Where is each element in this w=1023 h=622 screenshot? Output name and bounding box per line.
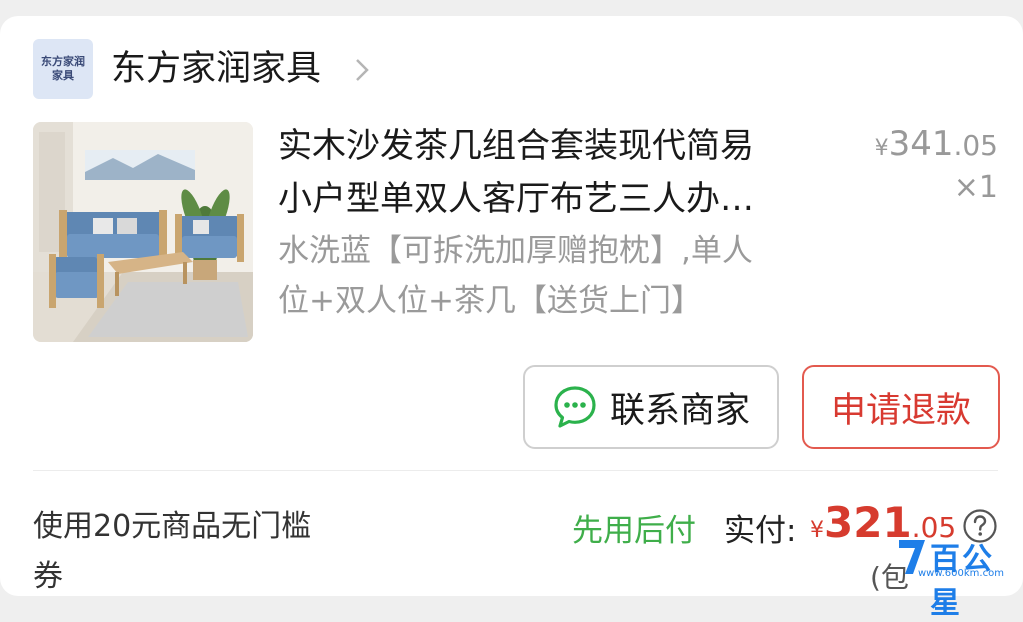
quantity: ×1 (953, 170, 998, 205)
shop-name[interactable]: 东方家润家具 (111, 44, 321, 94)
shop-logo[interactable]: 东方家润 家具 (33, 39, 93, 99)
watermark-url: www.600km.com (918, 568, 1004, 579)
coupon-info[interactable]: 使用20元商品无门槛 券 (33, 502, 393, 602)
coupon-line2: 券 (33, 559, 63, 594)
unit-price: ¥341.05 (875, 124, 998, 164)
apply-refund-button[interactable]: 申请退款 (802, 365, 1000, 449)
contact-seller-label: 联系商家 (609, 390, 750, 431)
apply-refund-label: 申请退款 (830, 390, 971, 431)
price-currency: ¥ (874, 136, 889, 161)
chevron-right-icon[interactable] (352, 56, 372, 84)
product-variant: 水洗蓝【可拆洗加厚赠抱枕】,单人 位+双人位+茶几【送货上门】 (278, 226, 838, 326)
shop-logo-line2: 家具 (52, 69, 74, 82)
product-variant-line1: 水洗蓝【可拆洗加厚赠抱枕】,单人 (278, 233, 753, 269)
coupon-line1: 使用20元商品无门槛 (33, 509, 312, 544)
actual-currency: ¥ (810, 518, 824, 543)
actual-paid-label: 实付: (724, 513, 797, 549)
product-title[interactable]: 实木沙发茶几组合套装现代简易 小户型单双人客厅布艺三人办… (278, 120, 838, 226)
product-title-line2: 小户型单双人客厅布艺三人办… (278, 179, 754, 219)
shop-logo-line1: 东方家润 (41, 55, 85, 68)
divider (33, 470, 998, 471)
pay-later-label: 先用后付 (572, 513, 696, 549)
sofa-set-photo (33, 122, 253, 342)
product-title-line1: 实木沙发茶几组合套装现代简易 (278, 126, 754, 166)
chat-bubble-icon (554, 386, 596, 428)
price-decimal: .05 (953, 129, 998, 162)
product-variant-line2: 位+双人位+茶几【送货上门】 (278, 283, 702, 319)
price-integer: 341 (888, 124, 954, 164)
contact-seller-button[interactable]: 联系商家 (523, 365, 779, 449)
product-image[interactable] (33, 122, 253, 342)
